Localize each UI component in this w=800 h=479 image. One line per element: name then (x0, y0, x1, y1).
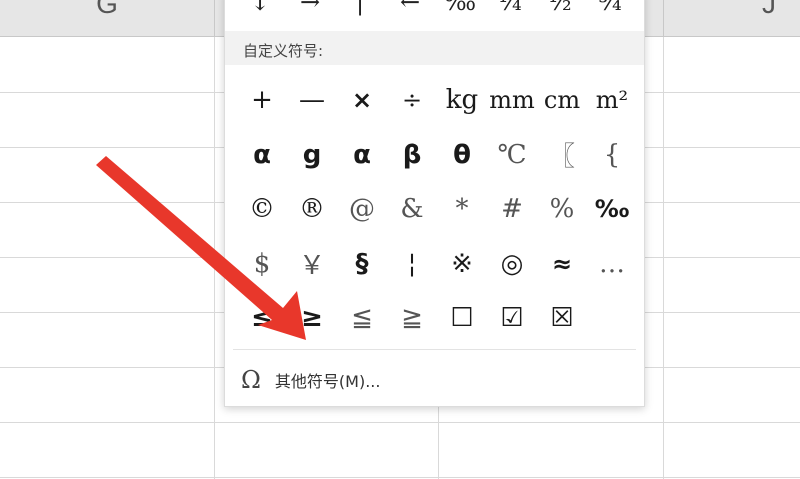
symbol-cell[interactable]: ← (385, 0, 435, 25)
symbol-cell[interactable]: © (237, 182, 287, 237)
symbol-cell[interactable]: # (487, 182, 537, 237)
symbol-cell[interactable]: ½ (535, 0, 585, 25)
symbol-cell[interactable]: α (337, 128, 387, 183)
symbol-cell[interactable]: + (237, 73, 287, 128)
symbol-cell[interactable]: ☐ (437, 291, 487, 346)
symbol-cell[interactable]: ¼ (485, 0, 535, 25)
more-symbols-label: 其他符号(M)... (274, 372, 381, 391)
row-line (0, 477, 800, 478)
symbol-cell[interactable]: mm (487, 73, 537, 128)
symbol-cell[interactable]: @ (337, 182, 387, 237)
symbol-cell[interactable]: — (287, 73, 337, 128)
symbol-cell[interactable]: θ (437, 128, 487, 183)
symbol-cell[interactable]: % (537, 182, 587, 237)
symbol-cell[interactable]: ☑ (487, 291, 537, 346)
symbol-cell[interactable]: α (237, 128, 287, 183)
symbol-cell[interactable]: * (437, 182, 487, 237)
symbol-cell[interactable]: g (287, 128, 337, 183)
column-header-j[interactable]: J (664, 0, 800, 36)
symbol-cell[interactable]: cm (537, 73, 587, 128)
column-header-g[interactable]: G (0, 0, 215, 36)
omega-icon: Ω (241, 366, 261, 394)
symbol-cell[interactable]: kg (437, 73, 487, 128)
symbol-cell[interactable]: $ (237, 237, 287, 292)
recent-symbols-row: ↓ → | ← ‰ ¼ ½ ¾ (225, 0, 654, 25)
symbol-cell[interactable]: ≤ (237, 291, 287, 346)
more-symbols-button[interactable]: Ω 其他符号(M)... (241, 365, 380, 395)
symbol-cell[interactable]: ≦ (337, 291, 387, 346)
symbol-cell[interactable]: ☒ (537, 291, 587, 346)
symbol-cell[interactable]: ÷ (387, 73, 437, 128)
symbol-dropdown-panel: ↓ → | ← ‰ ¼ ½ ¾ 自定义符号: + — × ÷ kg mm cm … (224, 0, 645, 407)
symbol-cell[interactable]: ≥ (287, 291, 337, 346)
row-line (0, 422, 800, 423)
symbol-cell[interactable]: ¦ (387, 237, 437, 292)
symbol-cell[interactable]: ¾ (585, 0, 635, 25)
symbol-cell[interactable]: β (387, 128, 437, 183)
symbol-cell[interactable]: m² (587, 73, 637, 128)
symbol-cell[interactable]: ≧ (387, 291, 437, 346)
custom-symbols-grid: + — × ÷ kg mm cm m² α g α β θ ℃ 〖 { © ® … (237, 73, 637, 346)
symbol-cell[interactable]: & (387, 182, 437, 237)
symbol-cell[interactable]: ￥ (287, 237, 337, 292)
symbol-cell[interactable]: ® (287, 182, 337, 237)
symbol-cell[interactable]: … (587, 237, 637, 292)
symbol-cell[interactable]: ℃ (487, 128, 537, 183)
column-line (663, 37, 664, 479)
symbol-cell[interactable]: → (285, 0, 335, 25)
symbol-cell[interactable]: § (337, 237, 387, 292)
symbol-cell[interactable]: ‰ (587, 182, 637, 237)
empty-symbol-cell (587, 291, 637, 346)
symbol-cell[interactable]: ‰ (435, 0, 485, 25)
symbol-cell[interactable]: | (335, 0, 385, 25)
column-line (214, 37, 215, 479)
symbol-cell[interactable]: 〖 (537, 128, 587, 183)
symbol-cell[interactable]: ◎ (487, 237, 537, 292)
symbol-cell[interactable]: { (587, 128, 637, 183)
symbol-cell[interactable]: ↓ (235, 0, 285, 25)
symbol-cell[interactable]: × (337, 73, 387, 128)
section-header: 自定义符号: (225, 31, 644, 65)
section-title: 自定义符号: (243, 42, 324, 60)
symbol-cell[interactable]: ※ (437, 237, 487, 292)
divider (233, 349, 636, 350)
symbol-cell[interactable]: ≈ (537, 237, 587, 292)
